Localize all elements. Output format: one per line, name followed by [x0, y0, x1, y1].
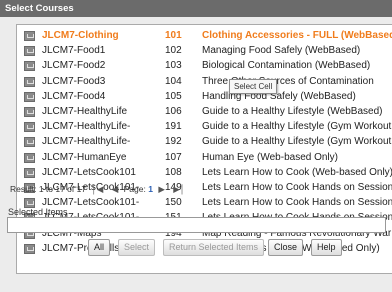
course-number-cell[interactable]: 108: [165, 165, 182, 180]
row-checkbox-icon[interactable]: [24, 107, 35, 117]
course-grid[interactable]: JLCM7-Clothing 101 Clothing Accessories - …: [16, 24, 392, 274]
row-checkbox-icon[interactable]: [24, 167, 35, 178]
course-code-cell[interactable]: JLCM7-LetsCook101: [42, 165, 136, 180]
course-name-cell[interactable]: Handling Food Safely (WebBased): [202, 89, 356, 104]
row-checkbox-icon[interactable]: [24, 152, 35, 163]
course-name-cell[interactable]: Managing Food Safely (WebBased): [202, 43, 360, 58]
course-number-cell[interactable]: 192: [165, 134, 182, 149]
course-code-cell[interactable]: JLCM7-HumanEye: [42, 150, 126, 165]
course-number-cell[interactable]: 102: [165, 43, 182, 58]
course-code-cell[interactable]: JLCM7-HealthyLife-: [42, 134, 130, 149]
course-name-cell[interactable]: Lets Learn How to Cook Hands on Session …: [202, 180, 392, 195]
course-code-cell[interactable]: JLCM7-Clothing: [42, 28, 119, 43]
table-row[interactable]: JLCM7-Food4 105 Handling Food Safely (WebB…: [17, 89, 392, 104]
course-name-cell[interactable]: Lets Learn How to Cook Hands on Session …: [202, 195, 392, 210]
pager: Result: 1 to 17 of 17 │◀ ◀ Page: 1 ▶ ▶│: [10, 182, 188, 196]
row-checkbox-icon[interactable]: [24, 31, 35, 41]
table-row[interactable]: JLCM7-Clothing 101 Clothing Accessories - …: [17, 28, 392, 43]
course-name-cell[interactable]: Human Eye (Web-based Only): [202, 150, 338, 165]
help-button[interactable]: Help: [311, 239, 342, 256]
table-row[interactable]: JLCM7-Food1 102 Managing Food Safely (WebB…: [17, 43, 392, 58]
course-number-cell[interactable]: 191: [165, 119, 182, 134]
last-page-icon[interactable]: ▶│: [173, 184, 185, 194]
table-row[interactable]: JLCM7-HumanEye 107 Human Eye (Web-based On…: [17, 150, 392, 165]
course-code-cell[interactable]: JLCM7-Food1: [42, 43, 105, 58]
course-number-cell[interactable]: 103: [165, 58, 182, 73]
first-page-icon[interactable]: │◀: [91, 184, 103, 194]
course-number-cell[interactable]: 101: [165, 28, 182, 43]
dialog-title-bar: Select Courses: [0, 0, 392, 17]
close-button[interactable]: Close: [268, 239, 304, 256]
table-row[interactable]: JLCM7-LetsCook101 108 Lets Learn How to Co…: [17, 165, 392, 180]
row-checkbox-icon[interactable]: [24, 61, 35, 72]
course-name-cell[interactable]: Guide to a Healthy Lifestyle (Gym Workou…: [202, 119, 391, 134]
table-row[interactable]: JLCM7-HealthyLife 106 Guide to a Healthy L…: [17, 104, 392, 119]
next-page-icon[interactable]: ▶: [158, 184, 165, 194]
all-button[interactable]: All: [88, 239, 111, 256]
row-checkbox-icon[interactable]: [24, 46, 35, 57]
table-row[interactable]: JLCM7-Food3 104 Three Other Sources of Con…: [17, 74, 392, 89]
course-number-cell[interactable]: 104: [165, 74, 182, 89]
prev-page-icon[interactable]: ◀: [112, 184, 119, 194]
course-name-cell[interactable]: Guide to a Healthy Lifestyle (Gym Workou…: [202, 134, 391, 149]
course-code-cell[interactable]: JLCM7-Food4: [42, 89, 105, 104]
row-checkbox-icon[interactable]: [24, 137, 35, 148]
selected-items-field[interactable]: [7, 217, 386, 233]
row-checkbox-icon[interactable]: [24, 91, 35, 102]
course-grid-frame: JLCM7-Clothing 101 Clothing Accessories - …: [16, 24, 392, 274]
table-row[interactable]: JLCM7-HealthyLife- 192 Guide to a Healthy …: [17, 134, 392, 149]
course-code-cell[interactable]: JLCM7-Food2: [42, 58, 105, 73]
course-code-cell[interactable]: JLCM7-HealthyLife: [42, 104, 127, 119]
return-selected-items-button[interactable]: Return Selected Items: [163, 239, 265, 256]
table-row[interactable]: JLCM7-HealthyLife- 191 Guide to a Healthy …: [17, 119, 392, 134]
select-button[interactable]: Select: [118, 239, 156, 256]
result-count: Result: 1 to 17 of 17: [10, 184, 87, 194]
table-row[interactable]: JLCM7-Food2 103 Biological Contamination (…: [17, 58, 392, 73]
course-number-cell[interactable]: 105: [165, 89, 182, 104]
button-bar: All Select Return Selected Items Close H…: [0, 239, 392, 257]
course-name-cell[interactable]: Guide to a Healthy Lifestyle (WebBased): [202, 104, 382, 119]
course-number-cell[interactable]: 107: [165, 150, 182, 165]
page-label: Page:: [123, 184, 146, 194]
row-checkbox-icon[interactable]: [24, 76, 35, 87]
select-courses-dialog: JLCM7-Clothing 101 Clothing Accessories - …: [0, 17, 392, 292]
course-number-cell[interactable]: 106: [165, 104, 182, 119]
course-name-cell[interactable]: Lets Learn How to Cook (Web-based Only): [202, 165, 392, 180]
selected-items-label: Selected Items: [8, 207, 68, 217]
course-code-cell[interactable]: JLCM7-Food3: [42, 74, 105, 89]
course-number-cell[interactable]: 150: [165, 195, 182, 210]
course-name-cell[interactable]: Biological Contamination (WebBased): [202, 58, 370, 73]
course-name-cell[interactable]: Three Other Sources of Contamination: [202, 74, 374, 89]
course-code-cell[interactable]: JLCM7-HealthyLife-: [42, 119, 130, 134]
page-number[interactable]: 1: [148, 184, 153, 194]
row-checkbox-icon[interactable]: [24, 122, 35, 133]
course-name-cell[interactable]: Clothing Accessories - FULL (WebBased): [202, 28, 392, 43]
dialog-title: Select Courses: [5, 3, 74, 14]
select-cell-tooltip: Select Cell: [229, 79, 278, 94]
table-row[interactable]: JLCM7-LetsCook101- 150 Lets Learn How to C…: [17, 195, 392, 210]
